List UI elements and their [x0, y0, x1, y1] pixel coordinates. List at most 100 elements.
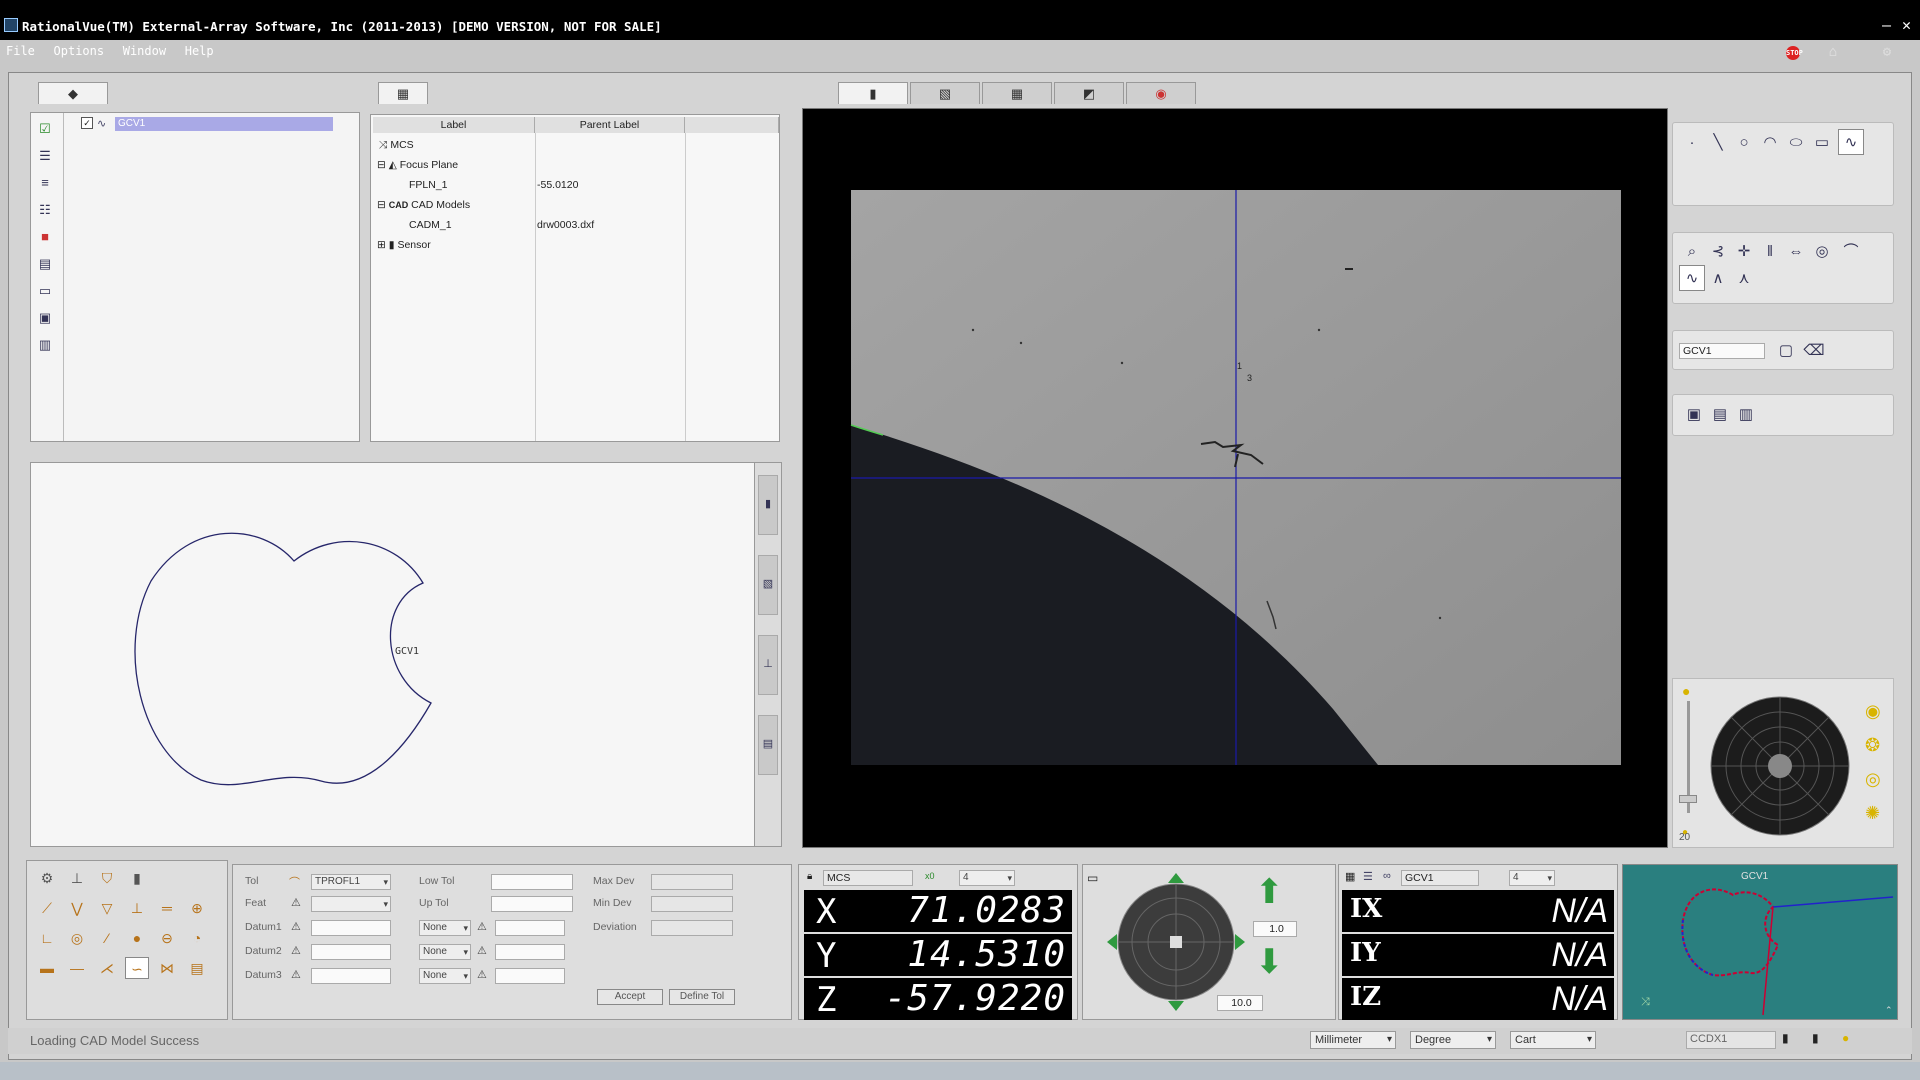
datum1-modifier-select[interactable]: None: [419, 920, 471, 936]
link-icon[interactable]: ∞: [1383, 870, 1391, 882]
datum2-input[interactable]: [311, 944, 391, 960]
tab-grid[interactable]: ▦: [982, 82, 1052, 104]
corner-construct-icon[interactable]: ∟: [35, 927, 59, 949]
profile-tool-icon[interactable]: ∿: [1838, 129, 1865, 155]
camera-status-icon[interactable]: ▮: [1782, 1031, 1789, 1045]
delete-feature-icon[interactable]: ■: [35, 227, 55, 247]
line-construct-icon[interactable]: ⟋: [35, 897, 59, 919]
angle-construct-icon[interactable]: ⋁: [65, 897, 89, 919]
dial-construct-icon[interactable]: ◔: [185, 927, 209, 949]
stop-icon[interactable]: STOP: [1786, 46, 1803, 60]
deviation-table-icon[interactable]: ▦: [1345, 870, 1355, 883]
list-icon[interactable]: ≡: [35, 173, 55, 193]
tab-features[interactable]: ◆: [38, 82, 108, 104]
dro-precision-select[interactable]: 4: [959, 870, 1015, 886]
segment-light-icon[interactable]: ❂: [1865, 735, 1880, 756]
tol-type-select[interactable]: TPROFL1: [311, 874, 391, 890]
report-icon[interactable]: ▣: [35, 308, 55, 328]
arc-edge-icon[interactable]: ⌒: [1838, 239, 1864, 265]
z-down-arrow-icon[interactable]: ⬇: [1255, 945, 1284, 979]
side-tab-plane[interactable]: ⊥: [758, 635, 778, 695]
angle-units-select[interactable]: Degree: [1410, 1031, 1496, 1049]
datum2-value-input[interactable]: [495, 944, 565, 960]
tab-camera[interactable]: ▮: [838, 82, 908, 104]
arc-tool-icon[interactable]: ◠: [1757, 130, 1783, 156]
tree-row[interactable]: ⊞ ▮ Sensor: [377, 239, 431, 251]
datum3-input[interactable]: [311, 968, 391, 984]
feature-checkbox[interactable]: ✓: [81, 117, 93, 129]
line-tool-icon[interactable]: ╲: [1705, 130, 1731, 156]
define-tol-button[interactable]: Define Tol: [669, 989, 735, 1005]
light-slider-handle[interactable]: [1679, 795, 1697, 803]
diagonal-construct-icon[interactable]: ⁄: [95, 927, 119, 949]
palette-tab-2-icon[interactable]: ⊥: [65, 867, 89, 889]
distance-tool-icon[interactable]: ⇔: [1783, 239, 1809, 265]
point-tool-icon[interactable]: ·: [1679, 130, 1705, 156]
feat-select[interactable]: [311, 896, 391, 912]
feature-item-gcv1[interactable]: GCV1: [115, 117, 333, 131]
curve-construct-icon[interactable]: ∽: [125, 957, 149, 979]
deviation-feature-field[interactable]: GCV1: [1401, 870, 1479, 886]
tree-row[interactable]: ⤨ MCS: [379, 139, 414, 152]
up-tol-input[interactable]: [491, 896, 573, 912]
zoom-tool-icon[interactable]: ⌕: [1679, 239, 1705, 265]
part-preview[interactable]: GCV1 ⤨ ⌃: [1622, 864, 1898, 1020]
machine-home-icon[interactable]: ⌂: [1822, 44, 1844, 62]
xy-jog-dial[interactable]: [1105, 871, 1247, 1013]
menu-file[interactable]: File: [6, 44, 35, 58]
save-image-icon[interactable]: ▤: [1707, 402, 1733, 428]
symmetry-construct-icon[interactable]: ⋈: [155, 957, 179, 979]
camera-view[interactable]: 1 3: [802, 108, 1668, 848]
z-up-arrow-icon[interactable]: ⬆: [1255, 875, 1284, 909]
check-icon[interactable]: ☑: [35, 119, 55, 139]
tab-color[interactable]: ◉: [1126, 82, 1196, 104]
low-tol-input[interactable]: [491, 874, 573, 890]
lock-icon[interactable]: 🔒︎: [807, 871, 812, 882]
plane-construct-icon[interactable]: ⊥: [125, 897, 149, 919]
minimize-button[interactable]: –: [1882, 16, 1891, 34]
list-numbered-icon[interactable]: ☷: [35, 200, 55, 220]
datum3-value-input[interactable]: [495, 968, 565, 984]
accept-button[interactable]: Accept: [597, 989, 663, 1005]
capture-icon[interactable]: ▣: [1681, 402, 1707, 428]
expand-icon[interactable]: ⊞: [377, 239, 386, 251]
jog-step-small[interactable]: 1.0: [1253, 921, 1297, 937]
side-tab-report[interactable]: ▤: [758, 715, 778, 775]
coord-system-field[interactable]: MCS: [823, 870, 913, 886]
menu-window[interactable]: Window: [123, 44, 166, 58]
datum1-value-input[interactable]: [495, 920, 565, 936]
tab-image[interactable]: ▧: [910, 82, 980, 104]
slot-construct-icon[interactable]: ⊖: [155, 927, 179, 949]
list-mode-icon[interactable]: ☰: [1363, 870, 1373, 883]
close-button[interactable]: ✕: [1902, 16, 1911, 34]
collapse-icon[interactable]: ⊟: [377, 159, 386, 171]
header-label[interactable]: Label: [373, 117, 535, 133]
tangent-construct-icon[interactable]: ⋌: [95, 957, 119, 979]
feature-name-input[interactable]: GCV1: [1679, 343, 1765, 359]
tree-row[interactable]: ⊟ ◭ Focus Plane: [377, 159, 458, 171]
collapse-icon[interactable]: ⊟: [377, 199, 386, 211]
datum2-modifier-select[interactable]: None: [419, 944, 471, 960]
indent-icon[interactable]: ☰: [35, 146, 55, 166]
coax-light-icon[interactable]: ◎: [1865, 769, 1881, 790]
ellipse-tool-icon[interactable]: ⬭: [1783, 130, 1809, 156]
side-tab-camera[interactable]: ▮: [758, 475, 778, 535]
notes-icon[interactable]: ▥: [35, 335, 55, 355]
curve-edge-icon[interactable]: ∿: [1679, 265, 1705, 291]
joystick-icon[interactable]: ▭: [1087, 871, 1098, 885]
preview-collapse-icon[interactable]: ⌃: [1885, 1005, 1893, 1016]
machine-settings-icon[interactable]: ⚙: [1876, 44, 1898, 62]
ring-tool-icon[interactable]: ◎: [1809, 239, 1835, 265]
probe-tool-icon[interactable]: ✛: [1731, 239, 1757, 265]
table-icon[interactable]: ▤: [35, 254, 55, 274]
units-select[interactable]: Millimeter: [1310, 1031, 1396, 1049]
tree-row[interactable]: FPLN_1: [409, 179, 448, 191]
menu-help[interactable]: Help: [185, 44, 214, 58]
tab-tree[interactable]: ▦: [378, 82, 428, 104]
cad-view[interactable]: GCV1 ⊤: [30, 461, 778, 847]
ring-light-icon[interactable]: ◉: [1865, 701, 1881, 722]
back-light-icon[interactable]: ✺: [1865, 803, 1880, 824]
side-tab-image[interactable]: ▧: [758, 555, 778, 615]
datum3-modifier-select[interactable]: None: [419, 968, 471, 984]
menu-options[interactable]: Options: [54, 44, 105, 58]
